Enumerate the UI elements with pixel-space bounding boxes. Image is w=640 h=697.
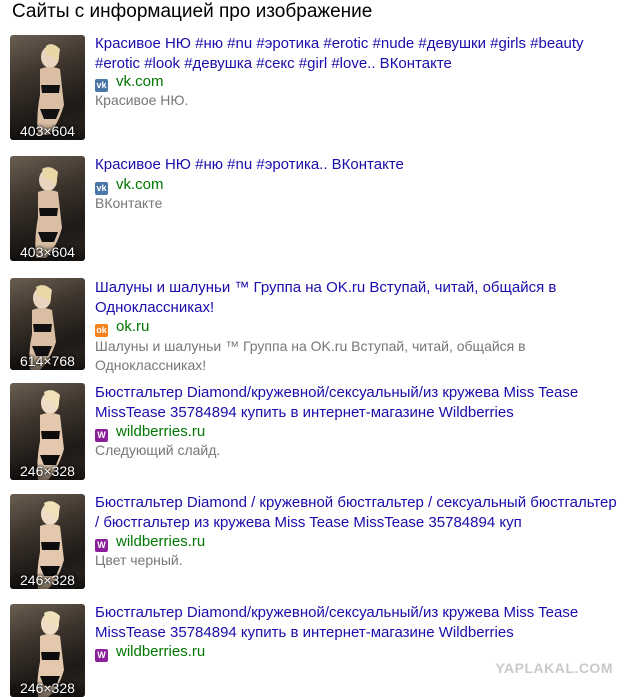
image-dimensions: 403×604 <box>10 244 85 261</box>
source-domain: wildberries.ru <box>116 423 206 440</box>
snippet-line: Шалуны и шалуньи ™ Группа на OK.ru Вступ… <box>95 338 526 354</box>
image-dimensions: 246×328 <box>10 680 85 697</box>
watermark: YAPLAKAL.COM <box>495 660 613 676</box>
result-title-line: #erotic #look #девушка #секс #girl #love… <box>95 55 452 72</box>
image-dimensions: 614×768 <box>10 353 85 370</box>
source-domain: vk.com <box>116 73 164 90</box>
result-title-line: MissTease 35784894 купить в интернет-маг… <box>95 404 514 421</box>
result-title-line: Бюстгальтер Diamond/кружевной/сексуальны… <box>95 604 579 621</box>
result-title-line: Красивое НЮ #ню #nu #эротика #erotic #nu… <box>95 35 584 52</box>
result-snippet: Красивое НЮ. <box>95 91 565 110</box>
snippet-line: Красивое НЮ. <box>95 92 189 108</box>
result-title-line: MissTease 35784894 купить в интернет-маг… <box>95 624 514 641</box>
snippet-line: Одноклассниках! <box>95 357 207 373</box>
result-title-link[interactable]: Бюстгальтер Diamond/кружевной/сексуальны… <box>95 603 640 643</box>
result-thumbnail[interactable]: 614×768 <box>10 278 85 370</box>
result-thumbnail[interactable]: 246×328 <box>10 383 85 480</box>
source-domain: wildberries.ru <box>116 533 206 550</box>
result-title-line: Бюстгальтер Diamond / кружевной бюстгаль… <box>95 494 617 511</box>
snippet-line: Следующий слайд. <box>95 442 221 458</box>
result-title-link[interactable]: Красивое НЮ #ню #nu #эротика #erotic #nu… <box>95 34 640 74</box>
image-dimensions: 403×604 <box>10 123 85 140</box>
result-source[interactable]: vk vk.com <box>95 73 164 92</box>
snippet-line: ВКонтакте <box>95 195 163 211</box>
result-title-link[interactable]: Красивое НЮ #ню #nu #эротика.. ВКонтакте <box>95 155 640 175</box>
result-snippet: Цвет черный. <box>95 551 565 570</box>
result-title-link[interactable]: Бюстгальтер Diamond / кружевной бюстгаль… <box>95 493 640 533</box>
wildberries-icon: W <box>95 649 108 662</box>
result-title-line: Шалуны и шалуньи ™ Группа на OK.ru Вступ… <box>95 279 557 296</box>
section-heading: Сайты с информацией про изображение <box>12 1 373 22</box>
result-thumbnail[interactable]: 403×604 <box>10 35 85 140</box>
snippet-line: Цвет черный. <box>95 552 183 568</box>
result-title-line: Красивое НЮ #ню #nu #эротика.. ВКонтакте <box>95 156 404 173</box>
result-title-line: / бюстгальтер из кружева Miss Tease Miss… <box>95 514 522 531</box>
result-source[interactable]: vk vk.com <box>95 176 164 195</box>
image-dimensions: 246×328 <box>10 572 85 589</box>
result-title-line: Одноклассниках! <box>95 299 215 316</box>
result-thumbnail[interactable]: 403×604 <box>10 156 85 261</box>
result-thumbnail[interactable]: 246×328 <box>10 494 85 589</box>
result-source[interactable]: Wwildberries.ru <box>95 533 206 552</box>
result-source[interactable]: Wwildberries.ru <box>95 643 206 662</box>
result-title-line: Бюстгальтер Diamond/кружевной/сексуальны… <box>95 384 579 401</box>
result-title-link[interactable]: Шалуны и шалуньи ™ Группа на OK.ru Вступ… <box>95 278 640 318</box>
result-source[interactable]: Wwildberries.ru <box>95 423 206 442</box>
result-title-link[interactable]: Бюстгальтер Diamond/кружевной/сексуальны… <box>95 383 640 423</box>
image-dimensions: 246×328 <box>10 463 85 480</box>
result-snippet: Следующий слайд. <box>95 441 565 460</box>
result-source[interactable]: ok ok.ru <box>95 318 150 337</box>
result-thumbnail[interactable]: 246×328 <box>10 604 85 697</box>
ok-icon: ok <box>95 324 108 337</box>
source-domain: vk.com <box>116 176 164 193</box>
result-snippet: ВКонтакте <box>95 194 565 213</box>
source-domain: ok.ru <box>116 318 150 335</box>
source-domain: wildberries.ru <box>116 643 206 660</box>
result-snippet: Шалуны и шалуньи ™ Группа на OK.ru Вступ… <box>95 337 565 375</box>
